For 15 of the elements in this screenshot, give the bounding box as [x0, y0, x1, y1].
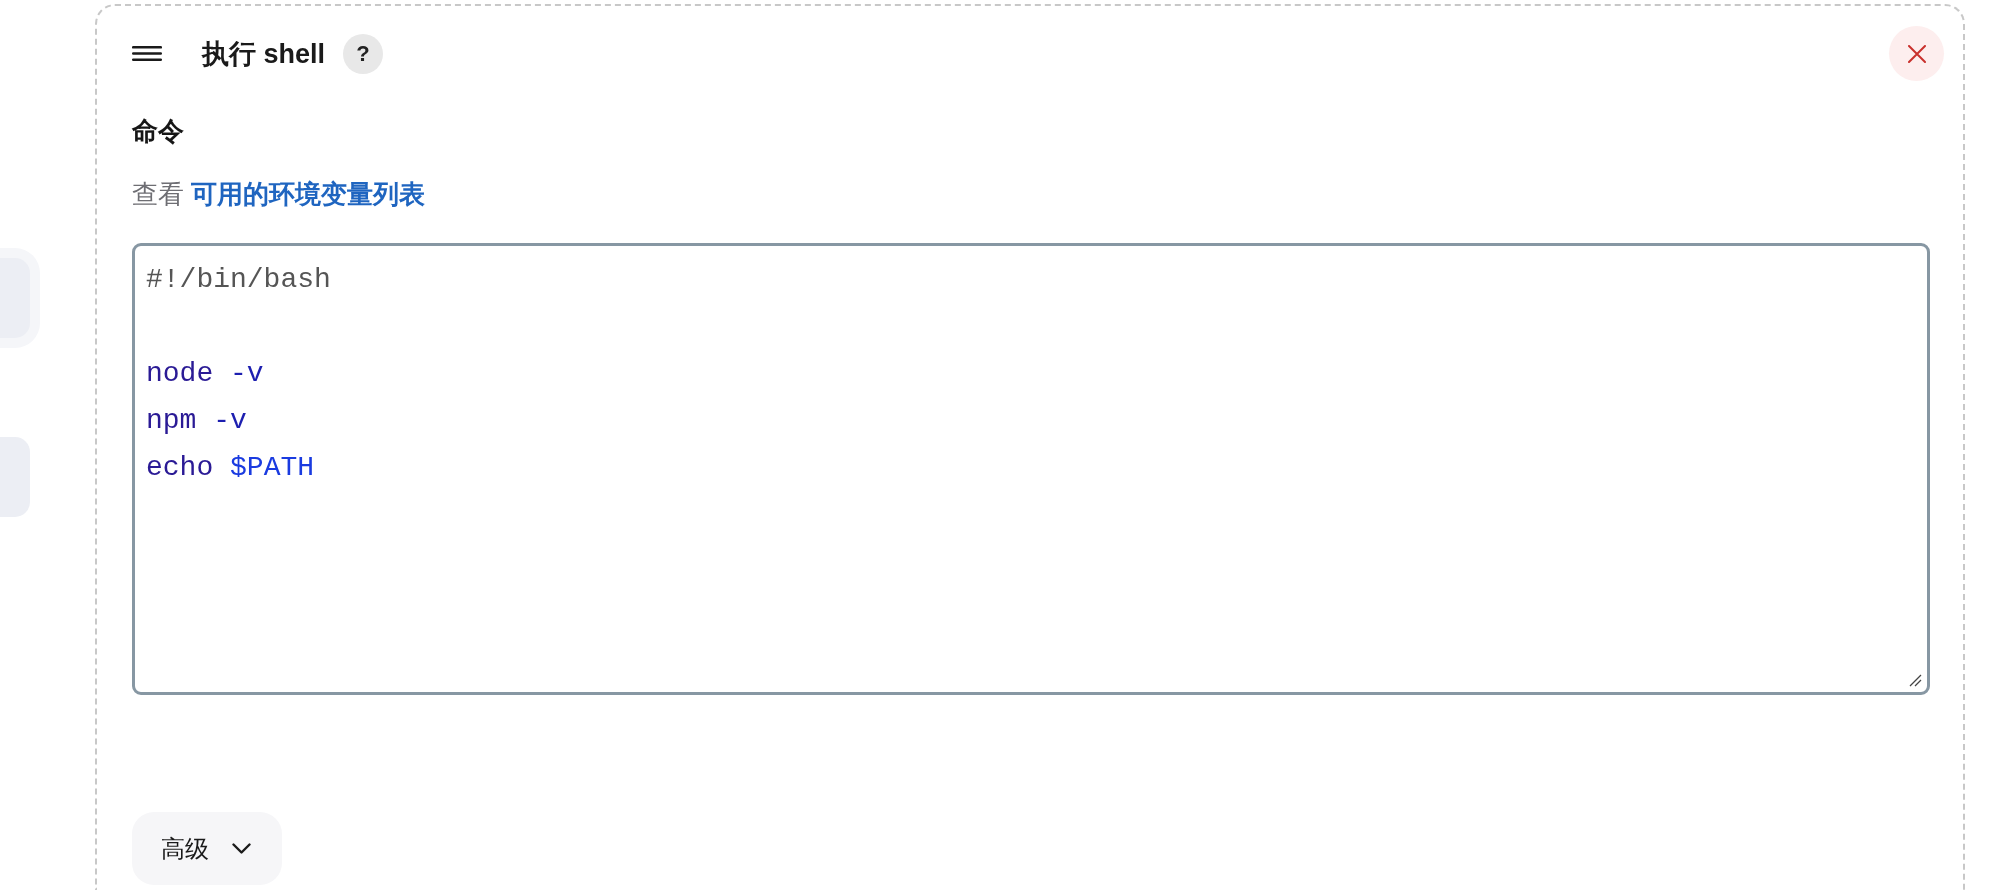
code-line: echo $PATH: [146, 451, 316, 485]
menu-icon[interactable]: [132, 46, 162, 61]
resize-handle-icon[interactable]: [1909, 674, 1922, 687]
close-icon: [1907, 44, 1926, 63]
advanced-button[interactable]: 高级: [132, 812, 282, 885]
code-line: npm -v: [146, 404, 248, 438]
field-label: 命令: [132, 115, 185, 148]
code-line: node -v: [146, 357, 265, 391]
hint-text: 查看 可用的环境变量列表: [132, 178, 427, 211]
step-title: 执行 shell: [202, 37, 326, 71]
help-button[interactable]: ?: [343, 33, 384, 74]
code-line: #!/bin/bash: [146, 263, 332, 297]
code-editor[interactable]: #!/bin/bash node -v npm -v echo $PATH: [132, 243, 1930, 695]
chevron-down-icon: [232, 843, 251, 854]
env-vars-link[interactable]: 可用的环境变量列表: [191, 179, 426, 209]
